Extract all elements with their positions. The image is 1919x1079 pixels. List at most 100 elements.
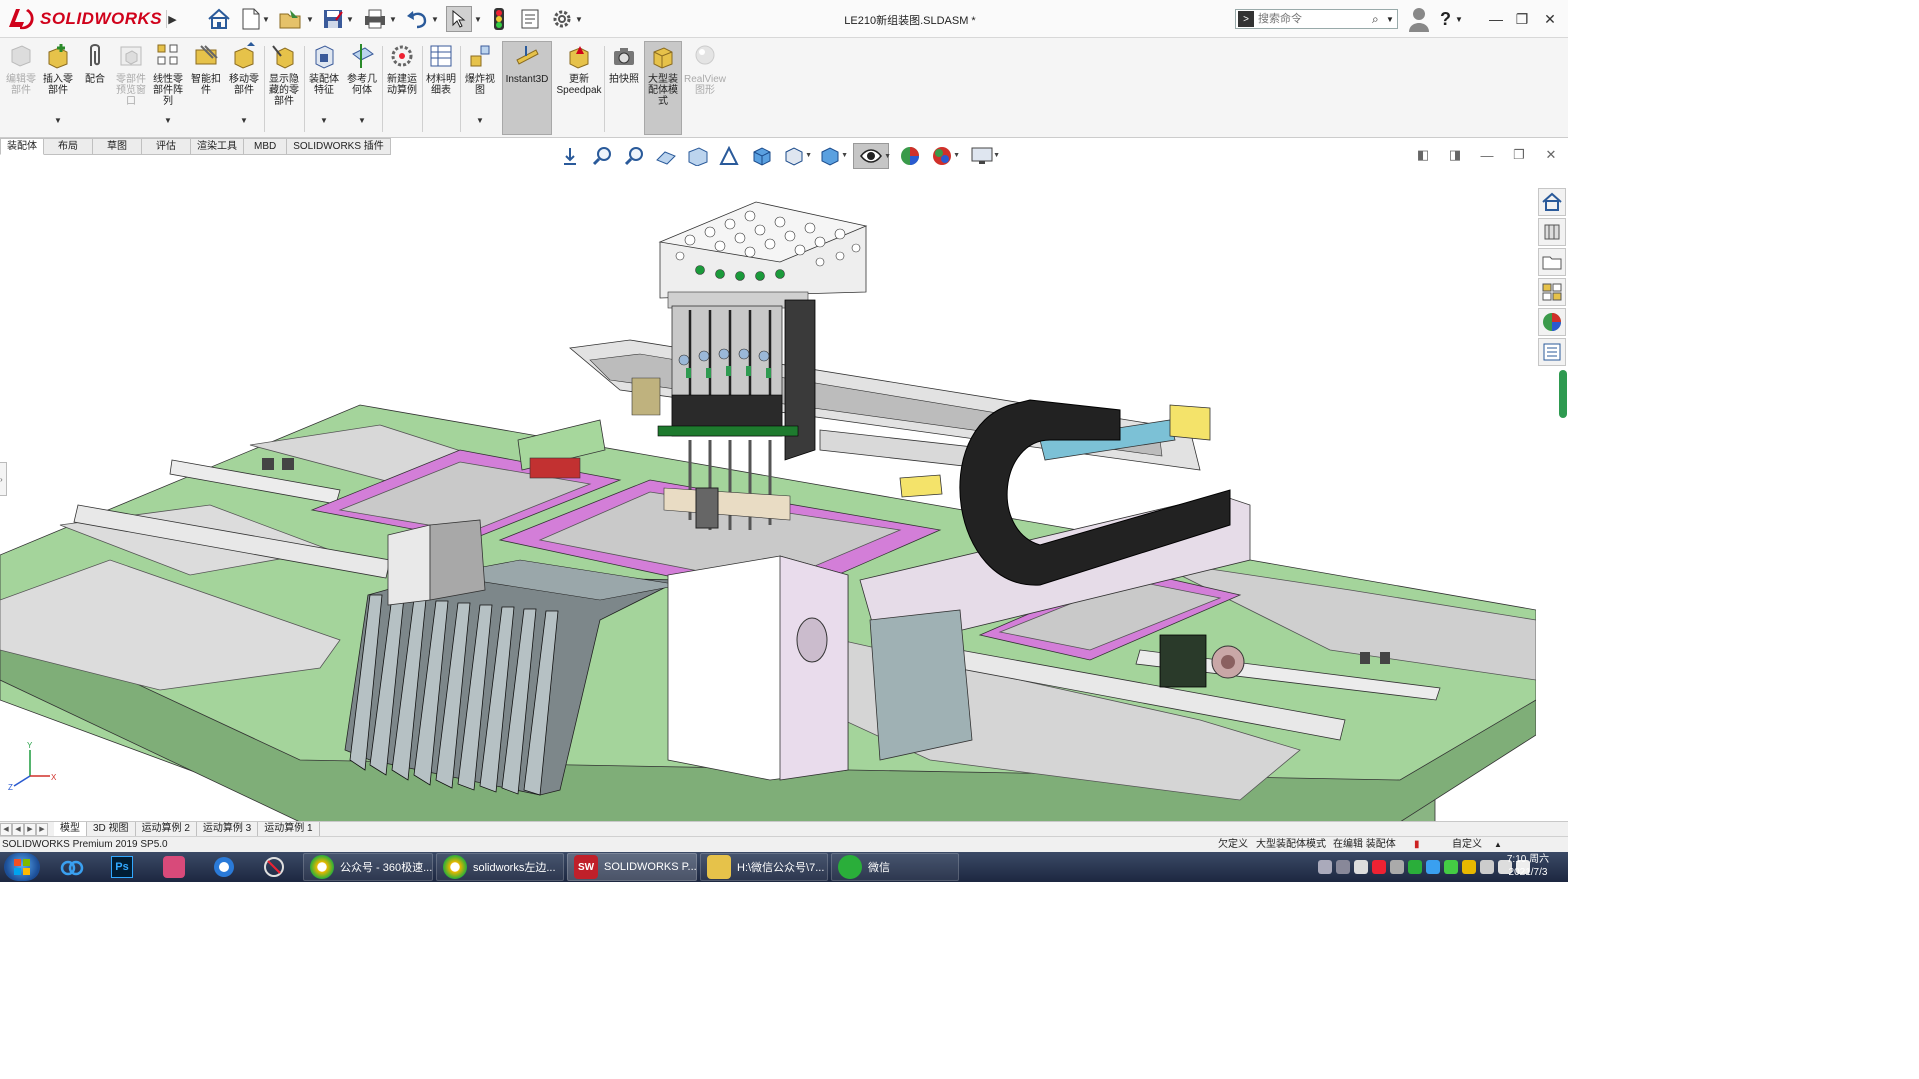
zoom-to-fit-icon[interactable]	[555, 143, 585, 169]
baidu-netdisk-icon[interactable]	[50, 853, 94, 881]
search-input[interactable]	[1254, 11, 1372, 27]
system-clock[interactable]: 7:10 周六 2021/7/3	[1495, 853, 1561, 881]
display-style-icon[interactable]: ▼	[779, 143, 812, 169]
tab-mbd[interactable]: MBD	[244, 138, 288, 155]
network-icon[interactable]	[1390, 860, 1404, 874]
assembly-model-render[interactable]: Y X Z	[0, 156, 1536, 821]
notification-icon[interactable]	[1354, 860, 1368, 874]
rebuild-traffic-light-icon[interactable]	[488, 5, 510, 33]
antivirus-icon[interactable]	[1444, 860, 1458, 874]
zoom-to-area-icon[interactable]	[587, 143, 617, 169]
first-tab-arrow-icon[interactable]: ◀	[0, 822, 12, 836]
section-view-icon[interactable]	[651, 143, 681, 169]
taskbar-task-explorer[interactable]: H:\微信公众号\7...	[700, 853, 828, 881]
restore-button[interactable]: ❐	[1510, 8, 1534, 30]
custom-properties-icon[interactable]	[1538, 338, 1566, 366]
flag-icon[interactable]	[1480, 860, 1494, 874]
next-tab-arrow-icon[interactable]: ▶	[24, 822, 36, 836]
select-icon[interactable]: ▼	[444, 5, 484, 33]
exploded-view-button[interactable]: 爆炸视 图 ▼	[462, 42, 498, 132]
user-account-icon[interactable]	[1408, 6, 1430, 32]
hide-show-items-icon[interactable]: ▼	[815, 143, 848, 169]
chevron-down-icon[interactable]: ▼	[164, 115, 172, 126]
smart-fasteners-button[interactable]: 智能扣 件	[188, 42, 224, 132]
solidworks-resources-home-icon[interactable]	[1538, 188, 1566, 216]
tile-right-icon[interactable]: ◨	[1444, 144, 1466, 166]
large-assembly-mode-button[interactable]: 大型装 配体模 式	[644, 41, 682, 135]
realview-graphics-button[interactable]: RealView 图形	[684, 42, 726, 132]
tab-motion-study-1[interactable]: 运动算例 1	[258, 822, 320, 836]
chevron-down-icon[interactable]: ▼	[54, 115, 62, 126]
help-icon[interactable]: ? ▼	[1440, 6, 1474, 32]
tab-layout[interactable]: 布局	[44, 138, 93, 155]
tab-sketch[interactable]: 草图	[93, 138, 142, 155]
chevron-down-icon[interactable]: ▼	[240, 115, 248, 126]
new-document-icon[interactable]: ▼	[238, 5, 274, 33]
tray-arrow-icon[interactable]	[1336, 860, 1350, 874]
taskbar-task-360-browser[interactable]: 公众号 - 360极速...	[303, 853, 433, 881]
tab-motion-study-2[interactable]: 运动算例 2	[136, 822, 197, 836]
search-icon[interactable]: ⌕	[1372, 12, 1386, 27]
menu-expand-arrow[interactable]: ▶	[166, 10, 178, 28]
mate-button[interactable]: 配合	[80, 42, 110, 132]
tab-3d-view[interactable]: 3D 视图	[87, 822, 136, 836]
solidworks-logo[interactable]: SOLIDWORKS	[6, 4, 164, 34]
edit-appearance-icon[interactable]	[895, 143, 925, 169]
feature-manager-expand-handle[interactable]: ›	[0, 462, 7, 496]
take-snapshot-button[interactable]: 拍快照	[606, 42, 642, 132]
file-explorer-folder-icon[interactable]	[1538, 248, 1566, 276]
view-setting-icon[interactable]	[715, 143, 745, 169]
chevron-down-icon[interactable]: ▼	[320, 115, 328, 126]
rebuild-status-icon[interactable]: ▮	[1414, 838, 1420, 852]
dynamic-annotation-icon[interactable]	[683, 143, 713, 169]
instant3d-button[interactable]: Instant3D	[502, 41, 552, 135]
assembly-features-button[interactable]: 装配体 特征 ▼	[306, 42, 342, 132]
show-hidden-components-button[interactable]: 显示隐 藏的零 部件	[266, 42, 302, 132]
viewport-minimize-icon[interactable]: —	[1476, 144, 1498, 166]
appearances-scenes-icon[interactable]	[1538, 308, 1566, 336]
home-icon[interactable]	[204, 5, 234, 33]
last-tab-arrow-icon[interactable]: ▶	[36, 822, 48, 836]
tab-model[interactable]: 模型	[54, 822, 87, 836]
component-preview-button[interactable]: 零部件 预览窗 口	[112, 42, 150, 132]
photoshop-icon[interactable]: Ps	[100, 853, 144, 881]
tile-left-icon[interactable]: ◧	[1412, 144, 1434, 166]
keyboard-icon[interactable]	[1318, 860, 1332, 874]
insert-components-button[interactable]: 插入零 部件 ▼	[40, 42, 76, 132]
taskbar-task-browser-2[interactable]: solidworks左边...	[436, 853, 564, 881]
viewport-restore-icon[interactable]: ❐	[1508, 144, 1530, 166]
prev-tab-arrow-icon[interactable]: ◀	[12, 822, 24, 836]
design-library-icon[interactable]	[1538, 218, 1566, 246]
tab-render-tools[interactable]: 渲染工具	[191, 138, 244, 155]
wechat-tray-icon[interactable]	[1408, 860, 1422, 874]
previous-view-icon[interactable]	[619, 143, 649, 169]
tray-app-icon[interactable]	[1462, 860, 1476, 874]
search-commands-box[interactable]: > ⌕ ▼	[1235, 9, 1398, 29]
new-motion-study-button[interactable]: 新建运 动算例	[384, 42, 420, 132]
view-settings-monitor-icon[interactable]: ▼	[967, 143, 1000, 169]
view-palette-icon[interactable]	[1538, 278, 1566, 306]
save-icon[interactable]: ▼	[318, 5, 358, 33]
chevron-down-icon[interactable]: ▼	[1386, 15, 1394, 24]
apply-scene-icon[interactable]: ▼	[927, 143, 960, 169]
minimize-button[interactable]: —	[1484, 8, 1508, 30]
print-icon[interactable]: ▼	[360, 5, 400, 33]
bill-of-materials-button[interactable]: 材料明 细表	[424, 42, 458, 132]
security-icon[interactable]	[1372, 860, 1386, 874]
tab-solidworks-addins[interactable]: SOLIDWORKS 插件	[287, 138, 391, 155]
units-chevron-up-icon[interactable]: ▲	[1494, 838, 1502, 852]
cloud-icon[interactable]	[1426, 860, 1440, 874]
move-component-button[interactable]: 移动零 部件 ▼	[226, 42, 262, 132]
chevron-down-icon[interactable]: ▼	[358, 115, 366, 126]
viewport-close-icon[interactable]: ✕	[1540, 144, 1562, 166]
eye-visibility-icon[interactable]: ▼	[853, 143, 891, 169]
view-orientation-cube-icon[interactable]	[747, 143, 777, 169]
chevron-down-icon[interactable]: ▼	[476, 115, 484, 126]
close-button[interactable]: ✕	[1538, 8, 1562, 30]
reference-geometry-button[interactable]: 参考几 何体 ▼	[344, 42, 380, 132]
open-document-icon[interactable]: ▼	[276, 5, 316, 33]
edit-component-button[interactable]: 编辑零 部件	[4, 42, 38, 132]
windows-start-icon[interactable]	[4, 853, 40, 881]
graphics-area[interactable]: Y X Z	[0, 156, 1536, 821]
task-pane-scroll-indicator[interactable]	[1559, 370, 1567, 418]
